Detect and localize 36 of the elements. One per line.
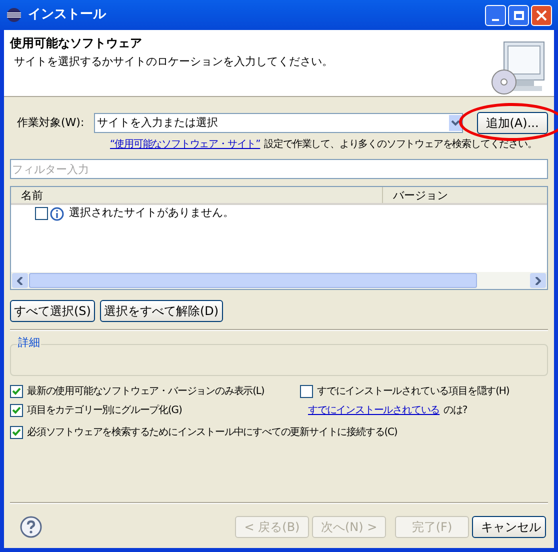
close-button[interactable]: [531, 4, 552, 26]
selection-button[interactable]: すべて選択(S): [10, 300, 95, 322]
option-label: 最新の使用可能なソフトウェア・バージョンのみ表示(L): [27, 384, 264, 399]
horizontal-scrollbar[interactable]: [11, 272, 547, 289]
page-subtitle: サイトを選択するかサイトのロケーションを入力してください。: [14, 54, 333, 70]
installed-link[interactable]: すでにインストールされている: [308, 403, 440, 418]
checkbox[interactable]: [300, 385, 313, 398]
checkmark-icon: [12, 428, 21, 437]
help-icon[interactable]: [20, 516, 42, 538]
window-title: インストール: [28, 6, 106, 24]
add-button[interactable]: 追加(A)...: [476, 112, 548, 134]
checkbox[interactable]: [10, 404, 23, 417]
page-title: 使用可能なソフトウェア: [10, 35, 143, 52]
work-with-label: 作業対象(W):: [17, 114, 86, 131]
option-label: 項目をカテゴリー別にグループ化(G): [27, 404, 182, 418]
sites-link[interactable]: “使用可能なソフトウェア・サイト”: [110, 137, 260, 152]
option-label: すでにインストールされている項目を隠す(H): [317, 384, 510, 399]
minimize-button[interactable]: [485, 4, 506, 26]
installed-hint-text: のは?: [444, 404, 468, 418]
checkmark-icon: [12, 406, 21, 415]
close-icon: [536, 10, 547, 20]
filter-field[interactable]: フィルター入力: [10, 159, 548, 179]
checkbox[interactable]: [10, 426, 23, 439]
info-icon: [50, 206, 64, 220]
site-combobox[interactable]: サイトを入力または選択: [94, 113, 463, 133]
selection-button[interactable]: 選択をすべて解除(D): [100, 300, 223, 322]
column-header[interactable]: バージョン: [383, 187, 448, 203]
checkbox[interactable]: [35, 207, 48, 220]
table-cell-text: 選択されたサイトがありません。: [69, 205, 234, 222]
column-header[interactable]: 名前: [11, 187, 383, 203]
maximize-button[interactable]: [508, 4, 529, 26]
app-icon: [6, 7, 22, 23]
checkbox[interactable]: [10, 385, 23, 398]
option-label: 必須ソフトウェアを検索するためにインストール中にすべての更新サイトに接続する(C): [27, 426, 398, 440]
checkmark-icon: [12, 387, 21, 396]
wizard-button[interactable]: キャンセル: [472, 516, 546, 538]
